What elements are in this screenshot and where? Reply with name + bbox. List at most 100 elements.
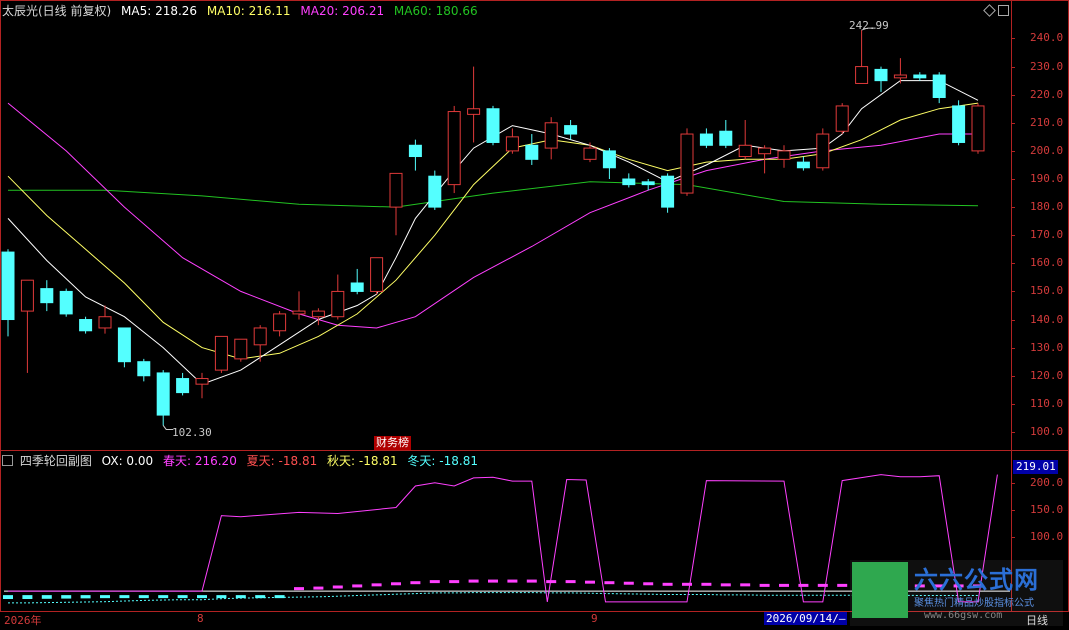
high-price-label: 242.99	[849, 19, 889, 32]
candle-down	[137, 361, 151, 377]
candle-up	[20, 279, 34, 312]
summer-bar	[526, 579, 537, 583]
summer-bar	[798, 583, 809, 587]
candle-down	[661, 175, 675, 208]
candle-up	[738, 144, 752, 158]
summer-bar	[720, 583, 731, 587]
winter-line	[8, 592, 978, 604]
candle-up	[467, 108, 481, 115]
summer-bar	[216, 595, 227, 599]
candle-down	[176, 378, 190, 394]
cursor-date-label: 2026/09/14/—	[764, 612, 848, 625]
low-price-label: 102.30	[172, 426, 212, 439]
candle-down	[40, 288, 54, 304]
summer-bar	[546, 580, 557, 584]
kline-chart[interactable]	[0, 0, 1069, 630]
summer-bar	[740, 583, 751, 587]
candle-down	[156, 372, 170, 416]
candle-up	[893, 74, 907, 79]
candle-up	[777, 150, 791, 160]
summer-bar	[604, 581, 615, 585]
summer-bar	[22, 595, 33, 600]
candle-up	[680, 133, 694, 194]
candle-up	[370, 257, 384, 292]
candle-up	[98, 316, 112, 329]
candle-down	[1, 251, 15, 321]
summer-bar	[643, 582, 654, 586]
summer-bar	[779, 583, 789, 587]
spring-line	[8, 474, 998, 603]
summer-bar	[41, 595, 52, 599]
candle-down	[79, 319, 93, 332]
summer-bar	[61, 595, 72, 599]
candle-down	[525, 144, 539, 160]
summer-bar	[837, 583, 848, 587]
candle-down	[117, 327, 131, 363]
candle-up	[214, 335, 228, 371]
candle-down	[622, 178, 636, 186]
candle-up	[505, 136, 519, 152]
ma60-line	[8, 181, 979, 208]
summer-bar	[3, 595, 13, 600]
candle-down	[350, 282, 364, 292]
candle-up	[835, 105, 849, 132]
candle-up	[195, 378, 209, 385]
candle-down	[719, 130, 733, 146]
candle-up	[544, 122, 558, 149]
news-tag[interactable]: 财务榜	[374, 436, 411, 450]
summer-bar	[352, 584, 363, 588]
candle-up	[758, 147, 772, 155]
candle-up	[253, 327, 267, 346]
candle-up	[234, 338, 248, 360]
summer-bar	[371, 583, 382, 587]
candle-up	[816, 133, 830, 169]
candle-down	[641, 181, 655, 186]
candle-down	[59, 290, 73, 315]
candle-up	[583, 147, 597, 160]
candle-up	[855, 66, 869, 84]
summer-bar	[332, 585, 343, 589]
candle-down	[486, 108, 500, 143]
candle-up	[331, 290, 345, 318]
candle-down	[408, 144, 422, 158]
summer-bar	[80, 595, 91, 599]
candle-up	[292, 310, 306, 315]
x-label-year: 2026年	[4, 614, 42, 627]
candle-up	[273, 313, 287, 332]
candle-down	[428, 175, 442, 208]
summer-bar	[817, 583, 828, 587]
candle-down	[796, 161, 810, 169]
candle-down	[602, 150, 616, 169]
watermark-url: www.66gsw.com	[924, 610, 1003, 621]
summer-bar	[682, 582, 692, 586]
summer-bar	[662, 582, 673, 586]
summer-bar	[449, 580, 460, 584]
candle-up	[311, 310, 325, 318]
candle-down	[699, 133, 713, 146]
watermark-logo: 六六公式网 聚焦热门精品炒股指标公式 www.66gsw.com	[850, 560, 1063, 626]
summer-bar	[759, 583, 770, 587]
summer-bar	[565, 580, 576, 584]
summer-bar	[701, 582, 712, 586]
summer-bar	[410, 581, 421, 585]
candle-up	[971, 105, 985, 152]
summer-bar	[294, 587, 304, 591]
summer-bar	[585, 580, 595, 584]
watermark-brand: 六六公式网	[914, 566, 1039, 594]
summer-bar	[488, 579, 498, 583]
candle-up	[389, 172, 403, 208]
x-label-month-8: 8	[197, 612, 204, 625]
summer-bar	[623, 581, 634, 585]
summer-bar	[119, 595, 130, 599]
candle-down	[932, 74, 946, 99]
summer-bar	[429, 580, 440, 584]
candle-down	[913, 74, 927, 79]
summer-bar	[391, 582, 401, 586]
summer-bar	[468, 579, 479, 583]
candle-up	[447, 111, 461, 186]
summer-bar	[313, 586, 324, 590]
x-label-month-9: 9	[591, 612, 598, 625]
watermark-mark-icon	[852, 562, 908, 618]
summer-bar	[197, 595, 207, 599]
candle-down	[564, 125, 578, 135]
